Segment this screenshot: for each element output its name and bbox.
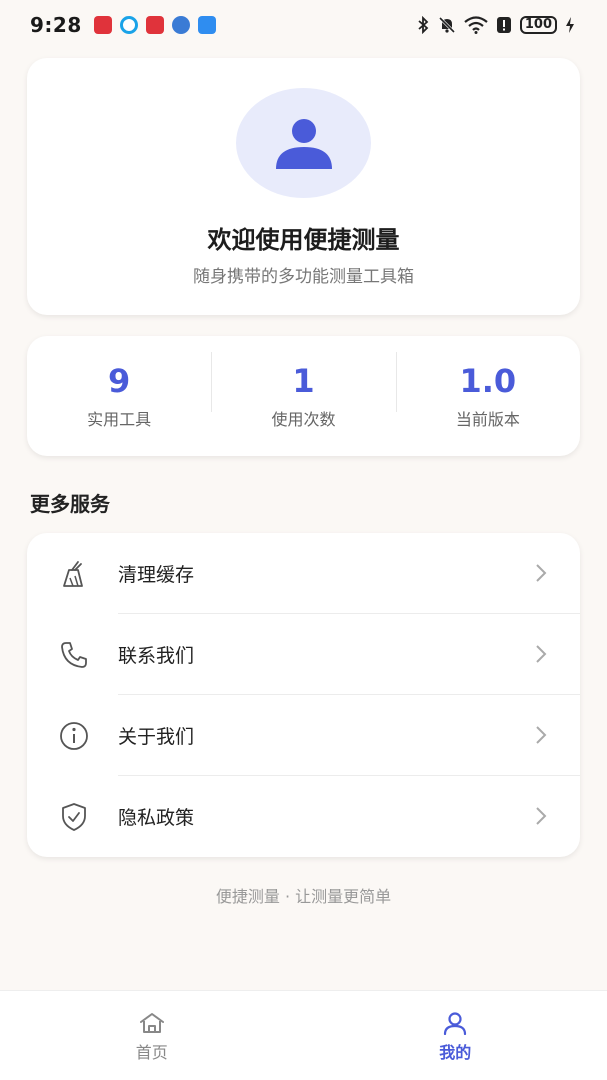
stat-label: 使用次数 bbox=[271, 410, 336, 429]
chevron-right-icon bbox=[536, 726, 547, 744]
home-icon bbox=[139, 1013, 164, 1033]
menu-item-label: 清理缓存 bbox=[118, 564, 195, 586]
menu-item-label: 关于我们 bbox=[118, 726, 195, 748]
cloud-app-icon bbox=[197, 16, 216, 34]
nav-mine[interactable]: 我的 bbox=[304, 991, 607, 1080]
profile-card: 欢迎使用便捷测量 随身携带的多功能测量工具箱 bbox=[27, 58, 580, 315]
menu-item-contact[interactable]: 联系我们 bbox=[27, 614, 580, 695]
menu-item-label: 联系我们 bbox=[118, 645, 195, 667]
nav-home-label: 首页 bbox=[135, 1043, 168, 1062]
status-time: 9:28 bbox=[30, 13, 82, 37]
phone-icon bbox=[61, 642, 87, 668]
status-bar: 9:28 100 bbox=[0, 0, 607, 50]
wifi-icon bbox=[464, 16, 488, 34]
chevron-right-icon bbox=[536, 645, 547, 663]
battery-indicator: 100 bbox=[519, 16, 557, 34]
browser-app-icon bbox=[119, 16, 138, 34]
status-right: 100 bbox=[416, 16, 575, 34]
chevron-right-icon bbox=[536, 807, 547, 825]
stat-value: 1 bbox=[292, 362, 315, 400]
services-menu: 清理缓存 联系我们 关于我们 隐私政策 bbox=[27, 533, 580, 857]
game-app-icon bbox=[171, 16, 190, 34]
stat-tools: 9 实用工具 bbox=[27, 362, 211, 430]
bell-muted-icon bbox=[438, 16, 455, 34]
broom-icon bbox=[63, 561, 83, 587]
shield-icon bbox=[62, 803, 86, 831]
section-title: 更多服务 bbox=[30, 492, 110, 516]
bluetooth-icon bbox=[418, 16, 429, 34]
nav-home[interactable]: 首页 bbox=[0, 991, 304, 1080]
stat-label: 当前版本 bbox=[455, 410, 520, 429]
user-avatar-icon bbox=[275, 119, 332, 169]
nav-mine-label: 我的 bbox=[439, 1043, 472, 1062]
info-icon bbox=[60, 722, 88, 750]
menu-item-clear-cache[interactable]: 清理缓存 bbox=[27, 533, 580, 614]
menu-item-label: 隐私政策 bbox=[118, 807, 195, 829]
footer-slogan: 便捷测量 · 让测量更简单 bbox=[215, 887, 392, 906]
huawei-app-icon-2 bbox=[145, 16, 164, 34]
stat-value: 9 bbox=[108, 362, 131, 400]
user-icon bbox=[444, 1012, 467, 1035]
status-left: 9:28 bbox=[30, 13, 216, 37]
menu-item-about[interactable]: 关于我们 bbox=[27, 695, 580, 776]
avatar[interactable] bbox=[236, 88, 371, 198]
stat-value: 1.0 bbox=[459, 362, 517, 400]
welcome-title: 欢迎使用便捷测量 bbox=[207, 226, 400, 254]
huawei-app-icon bbox=[93, 16, 112, 34]
alert-icon bbox=[496, 17, 511, 33]
stats-card: 9 实用工具 1 使用次数 1.0 当前版本 bbox=[27, 336, 580, 456]
charging-icon bbox=[566, 17, 574, 33]
menu-item-privacy[interactable]: 隐私政策 bbox=[27, 776, 580, 857]
stat-version: 1.0 当前版本 bbox=[395, 352, 580, 430]
stat-label: 实用工具 bbox=[87, 410, 152, 429]
stat-usage: 1 使用次数 bbox=[211, 352, 395, 430]
chevron-right-icon bbox=[536, 564, 547, 582]
welcome-subtitle: 随身携带的多功能测量工具箱 bbox=[193, 267, 414, 287]
bottom-nav: 首页 我的 bbox=[0, 990, 607, 1080]
